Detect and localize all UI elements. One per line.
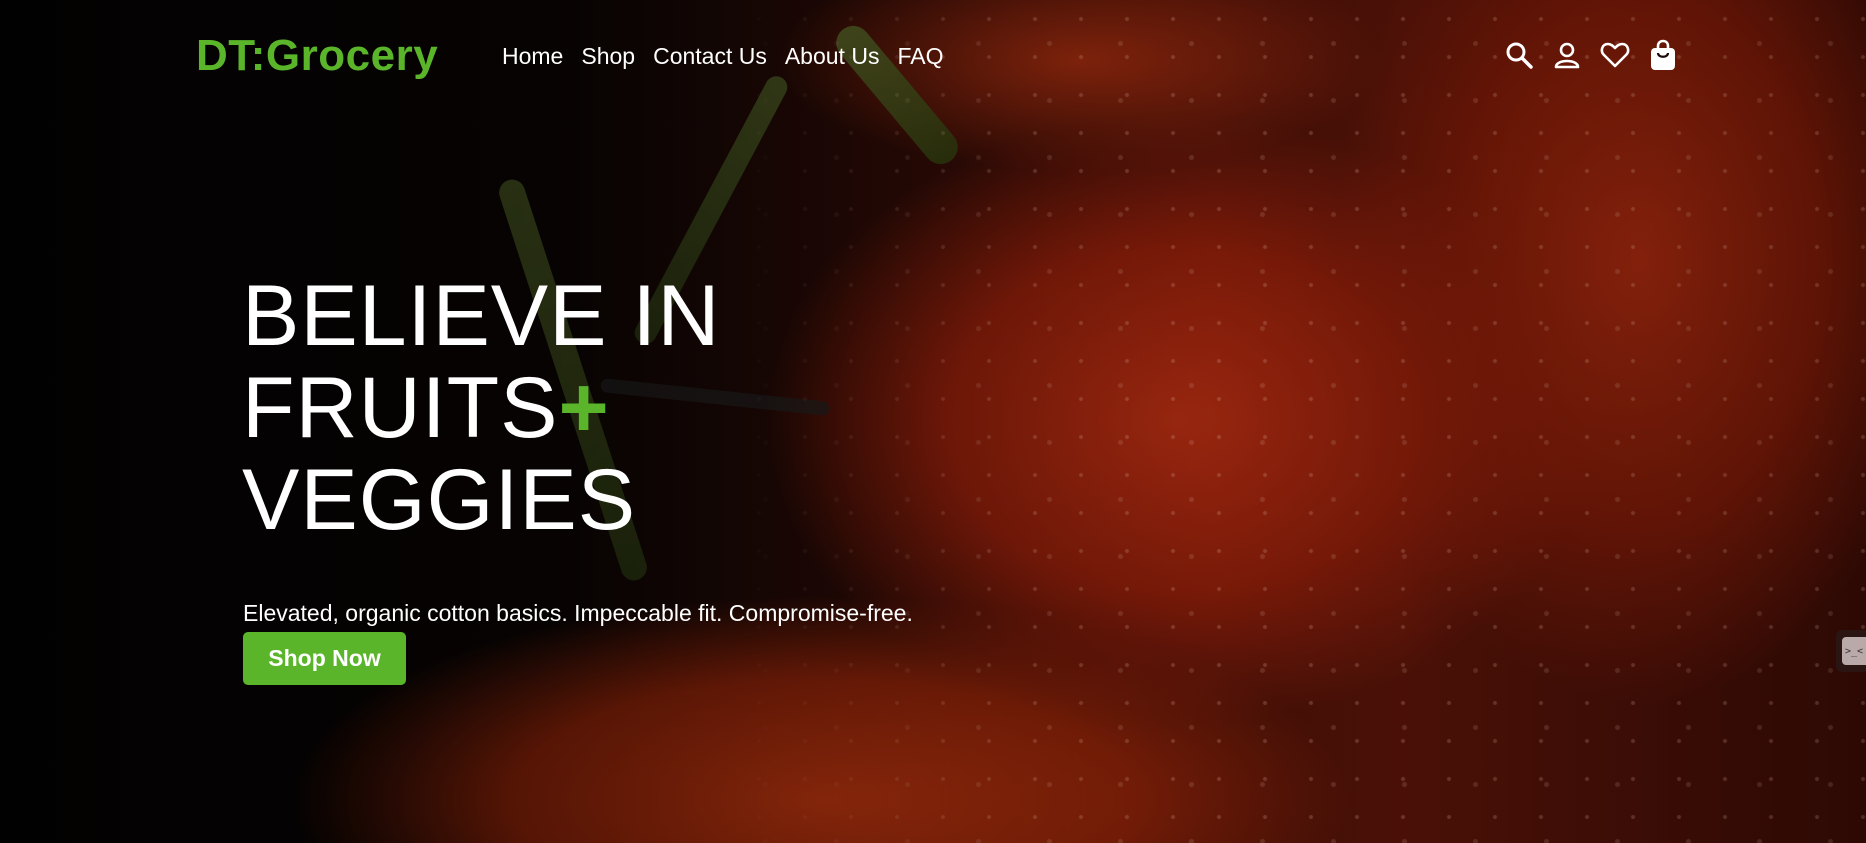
hero-title-plus: +: [558, 360, 610, 456]
hero-title-line-3: VEGGIES: [242, 452, 637, 548]
hero-subtitle: Elevated, organic cotton basics. Impecca…: [243, 600, 913, 626]
header-actions: [1504, 38, 1678, 72]
search-icon: [1506, 42, 1533, 69]
site-header: DT:Grocery Home Shop Contact Us About Us…: [0, 0, 1866, 112]
site-logo[interactable]: DT:Grocery: [196, 30, 438, 82]
wishlist-button[interactable]: [1600, 38, 1630, 72]
side-widget[interactable]: >_<: [1836, 630, 1866, 672]
nav-item-contact-us[interactable]: Contact Us: [653, 40, 767, 72]
nav-item-faq[interactable]: FAQ: [897, 40, 943, 72]
hero-title-fruits: FRUITS: [242, 360, 559, 456]
shopping-bag-icon: [1651, 39, 1675, 70]
search-button[interactable]: [1504, 38, 1534, 72]
user-icon: [1554, 42, 1580, 69]
hero-title-line-1: BELIEVE IN: [242, 268, 721, 364]
main-nav: Home Shop Contact Us About Us FAQ: [502, 40, 943, 72]
hero-title: BELIEVE IN FRUITS+ VEGGIES: [242, 270, 720, 546]
heart-icon: [1600, 42, 1630, 68]
cart-button[interactable]: [1648, 38, 1678, 72]
nav-item-shop[interactable]: Shop: [581, 40, 635, 72]
account-button[interactable]: [1552, 38, 1582, 72]
nav-item-home[interactable]: Home: [502, 40, 563, 72]
side-widget-label: >_<: [1842, 637, 1866, 665]
shop-now-button[interactable]: Shop Now: [243, 632, 406, 685]
nav-item-about-us[interactable]: About Us: [785, 40, 880, 72]
hero-title-line-2: FRUITS+: [242, 362, 720, 454]
page: DT:Grocery Home Shop Contact Us About Us…: [0, 0, 1866, 843]
